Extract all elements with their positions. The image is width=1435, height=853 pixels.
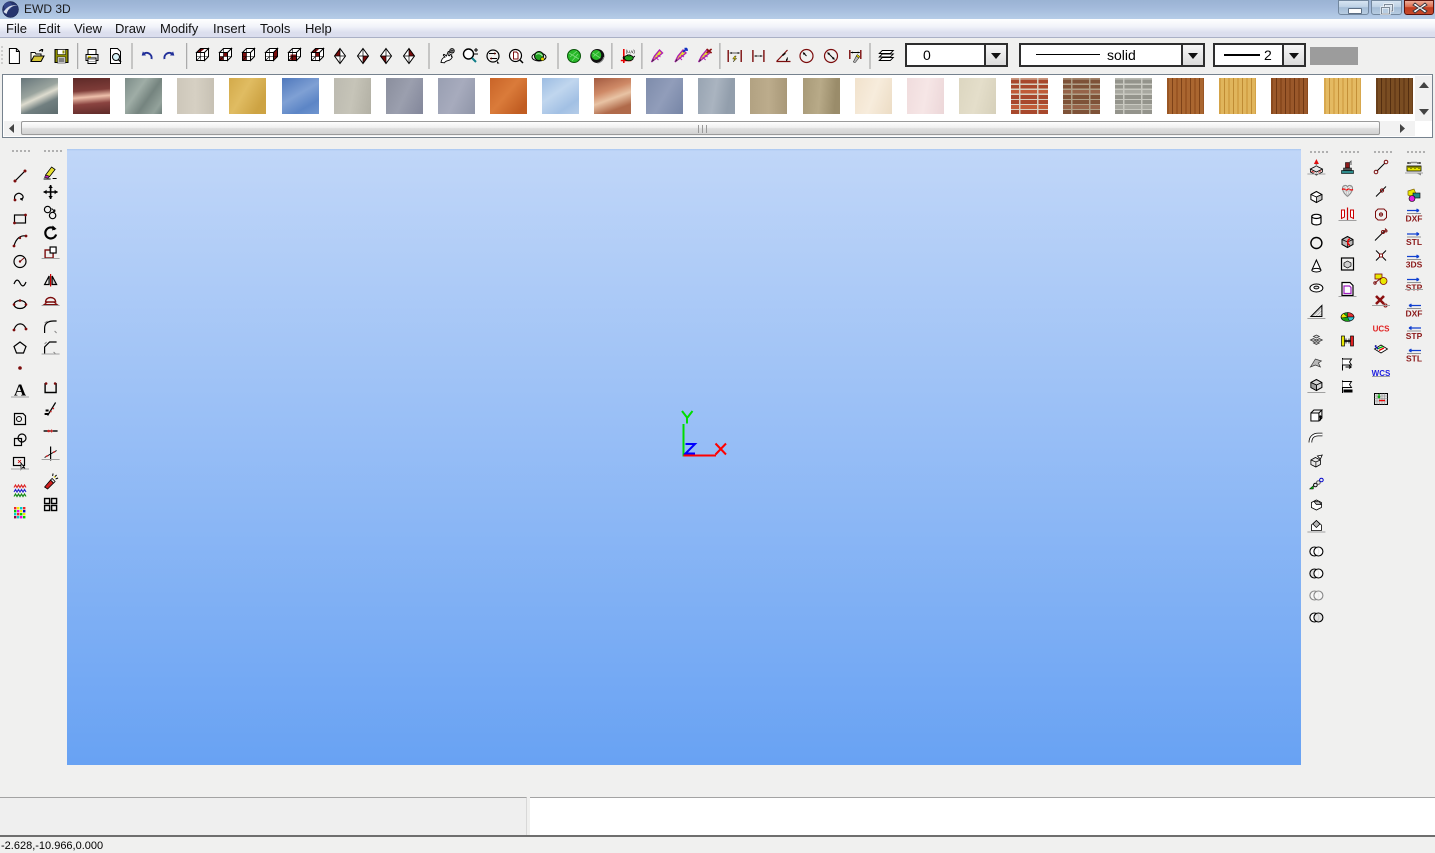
svg-text:STL: STL [1406, 354, 1422, 364]
svg-text:(u,v): (u,v) [626, 49, 636, 54]
svg-text:DXF: DXF [1406, 309, 1423, 319]
svg-text:STL: STL [1406, 237, 1422, 247]
svg-text:DXF: DXF [1406, 214, 1423, 224]
svg-text:3DS: 3DS [1406, 260, 1423, 270]
svg-text:UCS: UCS [1373, 325, 1391, 334]
svg-text:STP: STP [1406, 331, 1423, 341]
svg-text:STP: STP [1406, 283, 1423, 293]
